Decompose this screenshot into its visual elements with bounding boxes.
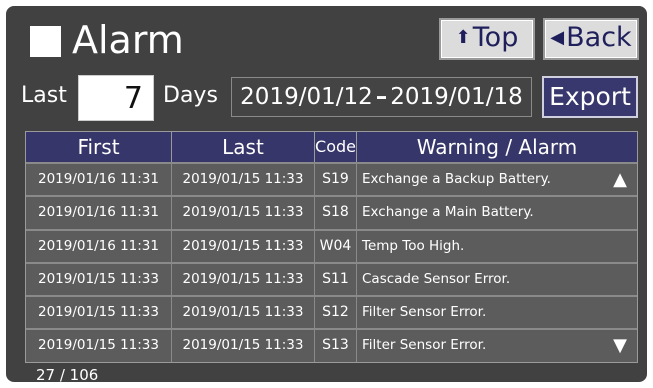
message-text: Filter Sensor Error. <box>362 304 487 321</box>
range-separator: – <box>375 84 388 110</box>
cell-first: 2019/01/15 11:33 <box>26 330 172 362</box>
cell-message: Temp Too High. <box>357 231 637 262</box>
table-row[interactable]: 2019/01/16 11:31 2019/01/15 11:33 S19 Ex… <box>26 162 637 196</box>
date-range: 2019/01/12–2019/01/18 <box>231 77 532 117</box>
cell-first: 2019/01/16 11:31 <box>26 197 172 229</box>
table-row[interactable]: 2019/01/15 11:33 2019/01/15 11:33 S13 Fi… <box>26 328 637 362</box>
column-header-code: Code <box>315 132 357 162</box>
last-label: Last <box>21 83 67 108</box>
range-start: 2019/01/12 <box>240 84 373 110</box>
top-button[interactable]: ⬆Top <box>439 18 535 60</box>
days-input[interactable]: 7 <box>78 75 154 121</box>
table-header: First Last Code Warning / Alarm <box>26 132 637 162</box>
cell-code: S19 <box>315 164 357 196</box>
arrow-up-icon: ⬆ <box>455 27 471 48</box>
table-row[interactable]: 2019/01/15 11:33 2019/01/15 11:33 S12 Fi… <box>26 295 637 329</box>
back-button-label: Back <box>566 22 632 53</box>
cell-message: Filter Sensor Error. ▼ <box>357 330 637 361</box>
scroll-up-icon[interactable]: ▲ <box>613 164 627 195</box>
message-text: Cascade Sensor Error. <box>362 270 511 287</box>
triangle-left-icon: ◀ <box>550 27 565 48</box>
column-header-message: Warning / Alarm <box>416 135 578 159</box>
cell-message: Cascade Sensor Error. <box>357 264 637 295</box>
cell-last: 2019/01/15 11:33 <box>172 164 315 196</box>
cell-code: S13 <box>315 330 357 362</box>
cell-message: Filter Sensor Error. <box>357 297 637 328</box>
cell-last: 2019/01/15 11:33 <box>172 330 315 362</box>
cell-last: 2019/01/15 11:33 <box>172 263 315 296</box>
message-text: Filter Sensor Error. <box>362 337 487 354</box>
message-text: Temp Too High. <box>362 237 465 254</box>
cell-message: Exchange a Backup Battery. ▲ <box>357 164 637 195</box>
export-button[interactable]: Export <box>542 76 638 118</box>
alarm-table: First Last Code Warning / Alarm 2019/01/… <box>25 131 638 363</box>
days-label: Days <box>163 83 218 108</box>
message-text: Exchange a Backup Battery. <box>362 171 551 187</box>
page-count: 27 / 106 <box>36 366 99 382</box>
cell-code: S18 <box>315 197 357 229</box>
cell-first: 2019/01/16 11:31 <box>26 164 172 196</box>
square-icon <box>30 26 61 57</box>
table-row[interactable]: 2019/01/15 11:33 2019/01/15 11:33 S11 Ca… <box>26 261 637 296</box>
cell-message: Exchange a Main Battery. <box>357 197 637 228</box>
page-title: Alarm <box>72 18 184 62</box>
column-header-last: Last <box>172 132 315 162</box>
top-button-label: Top <box>472 22 519 53</box>
cell-code: S12 <box>315 297 357 329</box>
column-header-first: First <box>26 132 172 162</box>
cell-first: 2019/01/15 11:33 <box>26 297 172 329</box>
cell-first: 2019/01/15 11:33 <box>26 263 172 296</box>
table-row[interactable]: 2019/01/16 11:31 2019/01/15 11:33 S18 Ex… <box>26 195 637 229</box>
scroll-down-icon[interactable]: ▼ <box>613 330 627 361</box>
message-text: Exchange a Main Battery. <box>362 204 534 221</box>
cell-last: 2019/01/15 11:33 <box>172 197 315 229</box>
alarm-screen: Alarm ⬆Top ◀Back Last 7 Days 2019/01/12–… <box>6 6 647 382</box>
table-row[interactable]: 2019/01/16 11:31 2019/01/15 11:33 W04 Te… <box>26 228 637 262</box>
cell-code: S11 <box>315 263 357 296</box>
range-end: 2019/01/18 <box>390 84 523 110</box>
cell-code: W04 <box>315 230 357 262</box>
cell-first: 2019/01/16 11:31 <box>26 230 172 262</box>
cell-last: 2019/01/15 11:33 <box>172 297 315 329</box>
cell-last: 2019/01/15 11:33 <box>172 230 315 262</box>
back-button[interactable]: ◀Back <box>543 18 639 60</box>
